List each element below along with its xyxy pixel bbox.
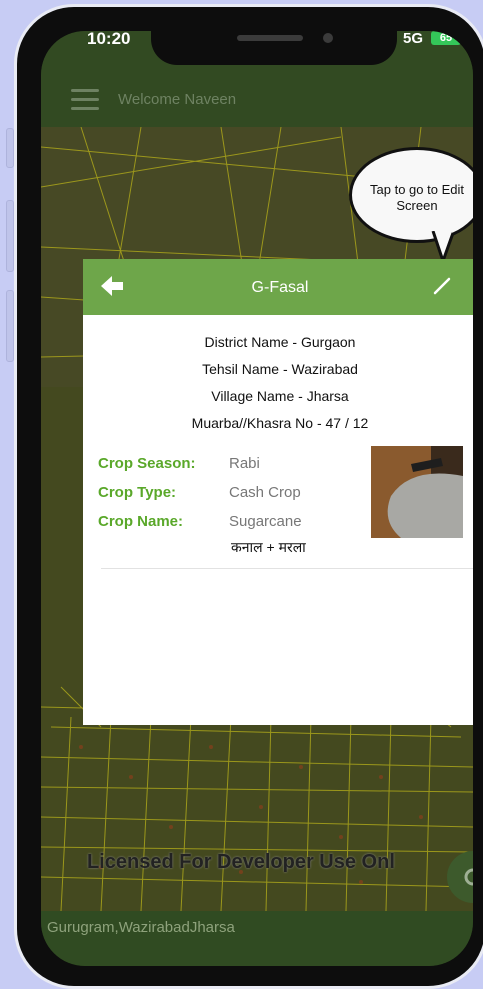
license-watermark: Licensed For Developer Use Onl: [87, 851, 395, 873]
card-title: G-Fasal: [251, 279, 309, 296]
location-info: District Name - Gurgaon Tehsil Name - Wa…: [83, 315, 473, 437]
menu-icon[interactable]: [71, 89, 99, 111]
phone-frame: 10:20 5G 65 Welcome Naveen Tap to go to …: [14, 4, 483, 989]
crop-type-row: Crop Type: Cash Crop: [98, 478, 368, 507]
app-bar-title: Welcome Naveen: [118, 91, 237, 108]
speaker: [237, 35, 303, 41]
card-header: G-Fasal: [83, 259, 473, 315]
bottom-location-bar: Gurugram,WazirabadJharsa: [41, 911, 473, 966]
village-name: Village Name - Jharsa: [211, 388, 349, 404]
volume-up-button: [6, 200, 14, 272]
app-bar: Welcome Naveen: [41, 75, 473, 127]
battery-indicator: 65: [431, 31, 461, 45]
card-divider: [101, 568, 473, 569]
mute-switch: [6, 128, 14, 168]
notch: [151, 31, 397, 65]
tehsil-name: Tehsil Name - Wazirabad: [202, 361, 358, 377]
parcel-info-card: G-Fasal District Name - Gurgaon Tehsil N…: [83, 259, 473, 725]
edit-pencil-icon[interactable]: [433, 277, 451, 295]
district-name: District Name - Gurgaon: [204, 334, 356, 350]
crop-season-row: Crop Season: Rabi: [98, 449, 368, 478]
crop-season-label: Crop Season:: [98, 455, 196, 472]
tooltip-line1: Tap to go to Edit: [370, 182, 464, 197]
signal-indicator: 5G: [402, 31, 423, 47]
edit-hint-tooltip: Tap to go to Edit Screen: [349, 147, 473, 243]
crop-season-value: Rabi: [229, 455, 260, 472]
area-units: कनाल + मरला: [231, 539, 306, 555]
crop-photo[interactable]: [371, 446, 463, 538]
refresh-icon: [464, 868, 473, 886]
crop-type-value: Cash Crop: [229, 484, 301, 501]
crop-details: Crop Season: Rabi Crop Type: Cash Crop C…: [98, 449, 368, 536]
tooltip-line2: Screen: [396, 198, 438, 213]
location-text: Gurugram,WazirabadJharsa: [47, 919, 235, 936]
crop-name-label: Crop Name:: [98, 513, 184, 530]
crop-type-label: Crop Type:: [98, 484, 177, 501]
khasra-number: Muarba//Khasra No - 47 / 12: [191, 415, 369, 431]
screen: 10:20 5G 65 Welcome Naveen Tap to go to …: [41, 31, 473, 966]
volume-down-button: [6, 290, 14, 362]
crop-name-value: Sugarcane: [229, 513, 302, 530]
camera: [323, 33, 333, 43]
status-time: 10:20: [87, 31, 131, 48]
crop-photo-image: [371, 446, 463, 538]
crop-name-row: Crop Name: Sugarcane: [98, 507, 368, 536]
